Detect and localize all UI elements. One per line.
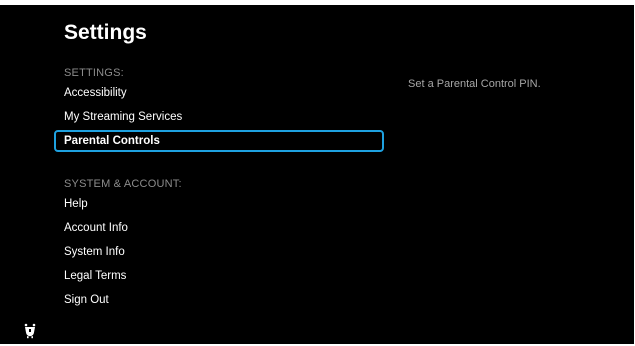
menu-item-my-streaming-services[interactable]: My Streaming Services [54,106,384,128]
settings-screen: Settings SETTINGS: Accessibility My Stre… [0,5,634,344]
menu-item-accessibility[interactable]: Accessibility [54,82,384,104]
menu-item-sign-out[interactable]: Sign Out [54,289,384,311]
tivo-logo-icon [24,323,36,339]
section-header-system-account: SYSTEM & ACCOUNT: [64,178,182,190]
menu-item-help[interactable]: Help [54,193,384,215]
menu-item-account-info[interactable]: Account Info [54,217,384,239]
page-title: Settings [64,21,147,44]
item-description: Set a Parental Control PIN. [408,78,541,90]
menu-item-legal-terms[interactable]: Legal Terms [54,265,384,287]
menu-item-parental-controls[interactable]: Parental Controls [54,130,384,152]
menu-item-system-info[interactable]: System Info [54,241,384,263]
section-header-settings: SETTINGS: [64,67,124,79]
